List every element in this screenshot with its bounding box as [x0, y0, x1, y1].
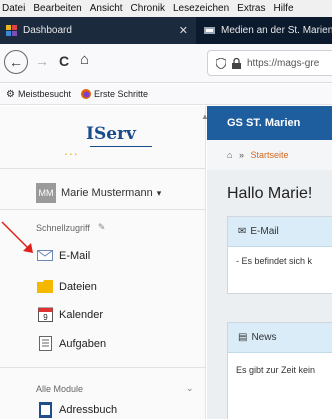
addressbook-icon	[36, 401, 54, 418]
user-menu[interactable]: MM Marie Mustermann ▾	[36, 183, 161, 203]
news-icon: ▤	[238, 332, 248, 343]
bookmark-erste-schritte[interactable]: Erste Schritte	[81, 89, 148, 99]
bookmark-label: Meistbesucht	[17, 89, 71, 99]
breadcrumb-separator: »	[238, 150, 244, 160]
news-card-body: Es gibt zur Zeit kein	[236, 365, 316, 375]
close-tab-icon[interactable]: ✕	[179, 24, 188, 37]
back-button[interactable]: ←	[4, 50, 28, 74]
quick-access-heading: Schnellzugriff ✎	[36, 222, 105, 233]
main-content: GS ST. Marien ⌂ » Startseite Hallo Marie…	[207, 106, 332, 419]
sidebar-item-kalender[interactable]: 9 Kalender	[36, 307, 103, 322]
news-card: ▤ News Es gibt zur Zeit kein	[227, 322, 332, 419]
tab-title: Dashboard	[23, 25, 72, 36]
iserv-favicon-icon	[6, 25, 17, 36]
menu-hilfe[interactable]: Hilfe	[274, 3, 294, 14]
lock-icon	[232, 57, 241, 69]
avatar: MM	[36, 183, 56, 203]
sidebar-item-label: E-Mail	[59, 249, 91, 262]
email-card: ✉ E-Mail - Es befindet sich k	[227, 216, 332, 294]
sidebar-item-email[interactable]: E-Mail	[36, 248, 90, 263]
folder-icon	[36, 279, 54, 294]
iserv-logo[interactable]: IServ	[86, 124, 136, 144]
tasks-icon	[36, 336, 54, 351]
navigation-bar: ← → C ⌂ https://mags-gre	[0, 44, 332, 83]
firefox-icon	[81, 89, 91, 99]
logo-underline	[90, 146, 152, 147]
menu-extras[interactable]: Extras	[237, 3, 265, 14]
menu-lesezeichen[interactable]: Lesezeichen	[173, 3, 229, 14]
calendar-day: 9	[43, 313, 48, 322]
menu-ansicht[interactable]: Ansicht	[90, 3, 123, 14]
gear-icon: ⚙	[6, 88, 15, 100]
shield-icon	[216, 57, 226, 69]
divider	[0, 209, 206, 210]
page-favicon-icon	[204, 27, 215, 34]
section-label: Schnellzugriff	[36, 222, 90, 233]
caret-down-icon: ▾	[156, 187, 162, 198]
news-card-header[interactable]: ▤ News	[228, 323, 332, 353]
reload-button[interactable]: C	[59, 53, 69, 69]
menu-bearbeiten[interactable]: Bearbeiten	[33, 3, 81, 14]
url-bar[interactable]: https://mags-gre	[207, 50, 332, 76]
sidebar-item-adressbuch[interactable]: Adressbuch	[36, 401, 118, 418]
menu-bar: Datei Bearbeiten Ansicht Chronik Lesezei…	[0, 0, 332, 17]
forward-button[interactable]: →	[35, 53, 49, 69]
tab-title: Medien an der St. Marien Gru	[221, 25, 332, 36]
calendar-icon: 9	[36, 307, 54, 322]
email-card-body: - Es befindet sich k	[236, 256, 313, 266]
sidebar-item-label: Adressbuch	[59, 403, 118, 416]
card-title: News	[251, 332, 277, 343]
sidebar-item-aufgaben[interactable]: Aufgaben	[36, 336, 106, 351]
bookmarks-bar: ⚙ Meistbesucht Erste Schritte	[0, 84, 332, 105]
divider	[0, 367, 206, 368]
pencil-icon[interactable]: ✎	[98, 222, 106, 233]
home-button[interactable]: ⌂	[80, 51, 89, 68]
bookmark-meistbesucht[interactable]: ⚙ Meistbesucht	[6, 89, 71, 100]
back-arrow-icon: ←	[9, 54, 23, 70]
breadcrumb-startseite[interactable]: Startseite	[250, 150, 288, 160]
annotation-arrow-icon	[1, 221, 33, 253]
greeting-title: Hallo Marie!	[227, 185, 313, 202]
card-title: E-Mail	[250, 226, 279, 237]
tab-dashboard[interactable]: Dashboard ✕	[0, 17, 196, 44]
email-card-header[interactable]: ✉ E-Mail	[228, 217, 332, 247]
menu-datei[interactable]: Datei	[2, 3, 25, 14]
school-header: GS ST. Marien	[207, 106, 332, 140]
home-icon[interactable]: ⌂	[227, 150, 232, 160]
mail-icon: ✉	[238, 226, 247, 237]
menu-chronik[interactable]: Chronik	[131, 3, 165, 14]
sidebar: ▲ ... IServ MM Marie Mustermann ▾ Schnel…	[0, 106, 209, 419]
bookmark-label: Erste Schritte	[94, 89, 149, 99]
logo-dots: ...	[64, 142, 79, 158]
divider	[0, 168, 206, 169]
user-name: Marie Mustermann	[61, 187, 153, 199]
section-label: Alle Module	[36, 384, 84, 394]
sidebar-item-label: Aufgaben	[59, 337, 107, 350]
chevron-down-icon[interactable]: ⌄	[186, 383, 194, 394]
tab-bar: Dashboard ✕ Medien an der St. Marien Gru	[0, 17, 332, 44]
all-modules-heading[interactable]: Alle Module	[36, 384, 83, 394]
tab-medien[interactable]: Medien an der St. Marien Gru	[196, 17, 332, 44]
sidebar-item-label: Dateien	[59, 280, 97, 293]
sidebar-item-dateien[interactable]: Dateien	[36, 279, 97, 294]
sidebar-item-label: Kalender	[59, 308, 104, 321]
url-text: https://mags-gre	[247, 57, 320, 69]
breadcrumb: ⌂ » Startseite	[207, 140, 332, 170]
